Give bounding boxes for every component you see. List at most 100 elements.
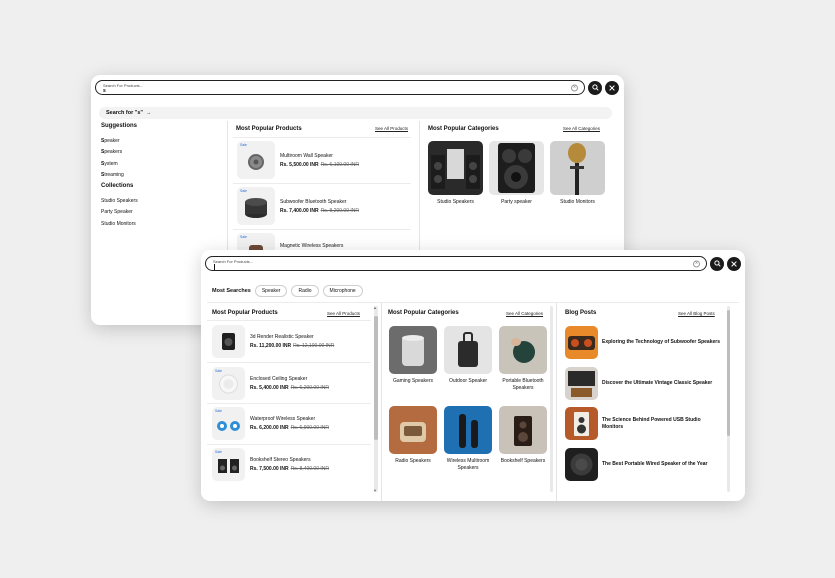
products-title: Most Popular Products bbox=[236, 126, 302, 132]
product-old-price: Rs. 8,400.00 INR bbox=[290, 466, 329, 472]
see-all-products-link[interactable]: See All Products bbox=[375, 126, 408, 131]
category-card[interactable]: Studio Monitors bbox=[550, 141, 605, 206]
category-card[interactable]: Studio Speakers bbox=[428, 141, 483, 206]
product-name: Bookshelf Stereo Speakers bbox=[250, 457, 311, 463]
blog-scrollbar[interactable] bbox=[727, 306, 730, 492]
search-button[interactable] bbox=[710, 256, 724, 271]
sale-badge: Sale bbox=[240, 235, 248, 239]
product-item[interactable]: 3d Render Realistic Speaker Rs. 11,200.0… bbox=[212, 325, 334, 358]
category-image bbox=[389, 326, 437, 374]
product-old-price: Rs. 6,900.00 INR bbox=[290, 425, 329, 431]
scroll-up-icon[interactable]: ▲ bbox=[373, 305, 377, 310]
category-image bbox=[499, 326, 547, 374]
product-price: Rs. 6,200.00 INR Rs. 6,900.00 INR bbox=[250, 425, 329, 431]
most-searches-title: Most Searches bbox=[212, 288, 251, 294]
collection-item[interactable]: Party Speaker bbox=[101, 209, 226, 215]
blog-image bbox=[565, 448, 598, 481]
suggestion-item[interactable]: Speaker bbox=[101, 138, 226, 144]
product-name: Subwoofer Bluetooth Speaker bbox=[280, 198, 347, 205]
search-button[interactable] bbox=[588, 80, 602, 95]
suggestion-rest: peaker bbox=[104, 138, 120, 144]
divider bbox=[556, 303, 557, 501]
category-card[interactable]: Radio Speakers bbox=[389, 406, 437, 465]
search-for-text: Search for "s" bbox=[106, 110, 144, 116]
category-image bbox=[428, 141, 483, 195]
scrollbar-thumb[interactable] bbox=[374, 316, 378, 440]
sale-badge: Sale bbox=[215, 450, 223, 454]
product-old-price: Rs. 12,100.00 INR bbox=[293, 343, 335, 349]
category-card[interactable]: Portable Bluetooth Speakers bbox=[499, 326, 547, 392]
product-name: Waterproof Wireless Speaker bbox=[250, 416, 316, 422]
text-caret bbox=[214, 264, 215, 270]
suggestion-item[interactable]: System bbox=[101, 161, 226, 167]
product-item[interactable]: Sale Subwoofer Bluetooth Speaker Rs. 7,4… bbox=[237, 187, 359, 225]
see-all-products-link[interactable]: See All Products bbox=[327, 311, 360, 316]
product-image: Sale bbox=[237, 141, 275, 179]
categories-scrollbar[interactable] bbox=[550, 306, 553, 492]
product-item[interactable]: Sale Waterproof Wireless Speaker Rs. 6,2… bbox=[212, 407, 329, 440]
product-image: Sale bbox=[212, 367, 245, 400]
close-icon bbox=[731, 260, 737, 267]
see-all-blog-posts-link[interactable]: See All Blog Posts bbox=[678, 311, 715, 316]
product-name: Enclosed Ceiling Speaker bbox=[250, 376, 308, 382]
blog-image bbox=[565, 326, 598, 359]
scrollbar-thumb[interactable] bbox=[727, 310, 730, 436]
collection-item[interactable]: Studio Speakers bbox=[101, 198, 226, 204]
category-image bbox=[444, 406, 492, 454]
divider bbox=[233, 137, 411, 138]
product-old-price: Rs. 6,200.00 INR bbox=[290, 385, 329, 391]
suggestion-rest: peakers bbox=[104, 149, 123, 156]
category-card[interactable]: Bookshelf Speakers bbox=[499, 406, 547, 465]
divider bbox=[381, 303, 382, 501]
search-placeholder: Search For Products... bbox=[213, 259, 254, 264]
clear-icon[interactable]: × bbox=[693, 260, 700, 267]
search-for-row[interactable]: Search for "s" → bbox=[99, 107, 612, 119]
product-item[interactable]: Sale Enclosed Ceiling Speaker Rs. 5,400.… bbox=[212, 367, 329, 400]
category-image bbox=[444, 326, 492, 374]
product-item[interactable]: Sale Multiroom Wall Speaker Rs. 5,500.00… bbox=[237, 141, 359, 179]
suggestion-item[interactable]: Streaming bbox=[101, 172, 226, 178]
search-input[interactable]: Search For Products... s × bbox=[95, 80, 585, 95]
product-item[interactable]: Sale Bookshelf Stereo Speakers Rs. 7,500… bbox=[212, 448, 329, 481]
blog-post-title: The Best Portable Wired Speaker of the Y… bbox=[602, 461, 708, 468]
products-scrollbar[interactable]: ▲ ▼ bbox=[373, 305, 378, 493]
suggestion-item[interactable]: Speakers bbox=[101, 149, 226, 155]
blog-post[interactable]: The Best Portable Wired Speaker of the Y… bbox=[565, 448, 722, 481]
product-price: Rs. 5,500.00 INR Rs. 6,100.00 INR bbox=[280, 161, 359, 168]
sale-badge: Sale bbox=[215, 369, 223, 373]
category-card[interactable]: Wireless Multiroom Speakers bbox=[444, 406, 492, 472]
search-value: s bbox=[103, 88, 106, 94]
see-all-categories-link[interactable]: See All Categories bbox=[563, 126, 600, 131]
category-label: Gaming Speakers bbox=[392, 378, 434, 384]
search-chip[interactable]: Radio bbox=[291, 285, 319, 297]
category-card[interactable]: Party speaker bbox=[489, 141, 544, 206]
product-name: Magnetic Wireless Speakers bbox=[280, 242, 344, 249]
categories-title: Most Popular Categories bbox=[428, 126, 499, 132]
category-label: Radio Speakers bbox=[395, 458, 431, 464]
sale-badge: Sale bbox=[240, 143, 248, 147]
see-all-categories-link[interactable]: See All Categories bbox=[506, 311, 543, 316]
suggestions-title: Suggestions bbox=[101, 123, 138, 129]
close-button[interactable] bbox=[727, 256, 741, 271]
search-chip[interactable]: Microphone bbox=[322, 285, 363, 297]
category-card[interactable]: Gaming Speakers bbox=[389, 326, 437, 385]
products-title: Most Popular Products bbox=[212, 310, 278, 316]
category-label: Party speaker bbox=[501, 199, 532, 205]
search-input[interactable]: Search For Products... × bbox=[205, 256, 707, 271]
categories-title: Most Popular Categories bbox=[388, 310, 459, 316]
product-price: Rs. 5,400.00 INR Rs. 6,200.00 INR bbox=[250, 385, 329, 391]
blog-post[interactable]: Discover the Ultimate Vintage Classic Sp… bbox=[565, 367, 722, 400]
clear-icon[interactable]: × bbox=[571, 84, 578, 91]
search-chip[interactable]: Speaker bbox=[254, 285, 288, 297]
close-button[interactable] bbox=[605, 80, 619, 95]
product-image: Sale bbox=[212, 448, 245, 481]
product-old-price: Rs. 8,200.00 INR bbox=[320, 207, 359, 214]
blog-post[interactable]: Exploring the Technology of Subwoofer Sp… bbox=[565, 326, 722, 359]
collection-item[interactable]: Studio Monitors bbox=[101, 221, 226, 227]
product-name: 3d Render Realistic Speaker bbox=[250, 334, 314, 340]
scroll-down-icon[interactable]: ▼ bbox=[373, 488, 377, 493]
sale-badge: Sale bbox=[240, 189, 248, 193]
blog-post[interactable]: The Science Behind Powered USB Studio Mo… bbox=[565, 407, 722, 440]
divider bbox=[207, 444, 371, 445]
category-card[interactable]: Outdoor Speaker bbox=[444, 326, 492, 385]
